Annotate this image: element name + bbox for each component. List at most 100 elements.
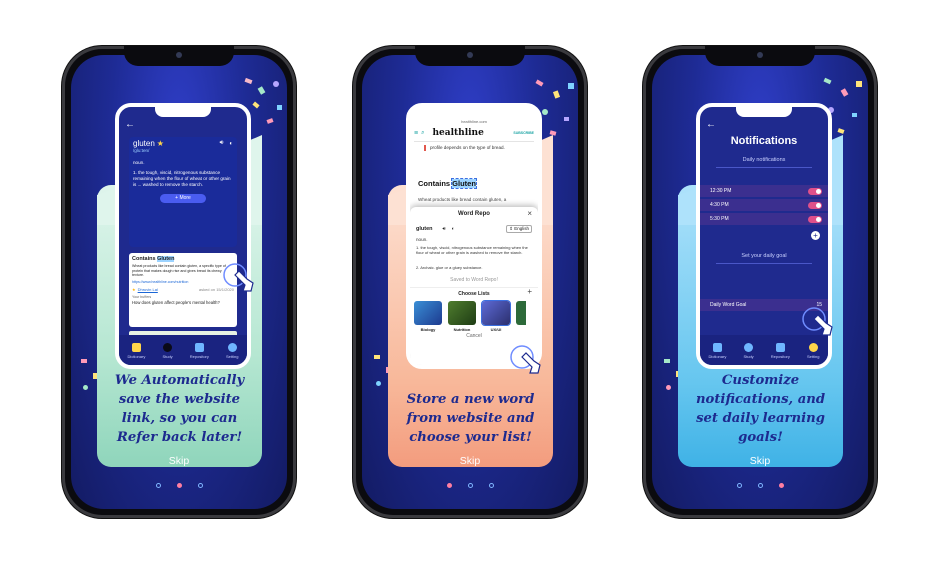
skip-button[interactable]: Skip bbox=[362, 455, 578, 467]
page-dot-3[interactable] bbox=[488, 483, 494, 488]
biology-thumbnail bbox=[414, 301, 442, 325]
onboarding-screen-2: Store a new word from website and choose… bbox=[362, 55, 578, 509]
menu-icon[interactable]: ≡ bbox=[414, 130, 418, 137]
page-dot-1[interactable] bbox=[446, 483, 452, 488]
part-of-speech: noun. bbox=[416, 237, 428, 242]
word-repo-dialog: Word Repo × gluten 🔊︎ ◐ ⇕ English noun. … bbox=[410, 207, 538, 365]
page-dots bbox=[652, 475, 868, 493]
notification-time-row[interactable]: 12:30 PM bbox=[700, 185, 828, 197]
word-title: gluten bbox=[416, 226, 433, 232]
star-icon: ★ bbox=[132, 286, 136, 292]
more-button[interactable]: + More bbox=[160, 194, 206, 203]
saved-link[interactable]: https://www.healthline.com/nutrition bbox=[132, 280, 234, 284]
star-icon[interactable]: ★ bbox=[157, 139, 164, 148]
page-dot-1[interactable] bbox=[155, 483, 161, 488]
page-title: Notifications bbox=[730, 135, 798, 147]
phone-mockup-notifications: Customize notifications, and set daily l… bbox=[643, 46, 877, 518]
add-list-icon[interactable]: + bbox=[527, 287, 532, 296]
dictionary-icon bbox=[712, 343, 722, 352]
turtle-icon[interactable]: ◐ bbox=[452, 226, 455, 232]
camera-icon bbox=[757, 52, 763, 58]
definition: 1. the tough, viscid, nitrogenous substa… bbox=[133, 170, 231, 187]
page-dot-2[interactable] bbox=[757, 483, 763, 488]
caption-text: Customize notifications, and set daily l… bbox=[695, 373, 826, 445]
page-dot-1[interactable] bbox=[736, 483, 742, 488]
url-bar[interactable]: healthline.com bbox=[410, 119, 538, 124]
tab-repository[interactable]: Repository bbox=[190, 343, 209, 359]
snippet-title: Contains Gluten bbox=[132, 256, 175, 262]
list-card-biology[interactable]: Biology bbox=[414, 301, 442, 332]
daily-notifications-label: Daily notifications bbox=[742, 157, 786, 163]
turtle-icon[interactable]: ◐ bbox=[229, 141, 233, 147]
onboarding-screen-3: Customize notifications, and set daily l… bbox=[652, 55, 868, 509]
speaker-icon[interactable]: 🔊︎ bbox=[443, 226, 446, 232]
site-logo: healthline bbox=[432, 128, 484, 138]
skip-button[interactable]: Skip bbox=[71, 455, 287, 467]
user-name[interactable]: Dhruvin Lal bbox=[138, 287, 158, 292]
tab-bar: Dictionary Study Repository Setting bbox=[119, 335, 247, 365]
back-arrow-icon[interactable]: ← bbox=[706, 119, 716, 130]
tab-setting[interactable]: Setting bbox=[226, 343, 238, 359]
onboarding-screen-1: We Automatically save the website link, … bbox=[71, 55, 287, 509]
cancel-button[interactable]: Cancel bbox=[410, 333, 538, 339]
page-dot-3[interactable] bbox=[778, 483, 784, 488]
tab-study[interactable]: Study bbox=[743, 343, 754, 359]
back-arrow-icon[interactable]: ← bbox=[125, 119, 135, 130]
caption-text: We Automatically save the website link, … bbox=[114, 373, 245, 445]
list-card-nutrition[interactable]: Nutrition bbox=[448, 301, 476, 332]
article-heading: Contains Gluten bbox=[418, 178, 477, 189]
camera-icon bbox=[176, 52, 182, 58]
repository-icon bbox=[775, 343, 785, 352]
page-dot-2[interactable] bbox=[467, 483, 473, 488]
phone-mockup-dictionary: We Automatically save the website link, … bbox=[62, 46, 296, 518]
tab-setting[interactable]: Setting bbox=[807, 343, 819, 359]
subscribe-link[interactable]: SUBSCRIBE bbox=[513, 131, 534, 135]
toggle-switch[interactable] bbox=[808, 187, 822, 195]
pronunciation: /glu:ten/ bbox=[133, 148, 150, 153]
tab-dictionary[interactable]: Dictionary bbox=[128, 343, 145, 359]
question-text: How does gluten affect people's mental h… bbox=[132, 299, 220, 305]
article-paragraph: Wheat products like bread contain gluten… bbox=[418, 197, 507, 202]
page-dots bbox=[362, 475, 578, 493]
study-icon bbox=[744, 343, 754, 352]
page-dot-3[interactable] bbox=[197, 483, 203, 488]
nutrition-thumbnail bbox=[448, 301, 476, 325]
speaker-icon[interactable]: 🔊︎ bbox=[220, 140, 224, 147]
skip-button[interactable]: Skip bbox=[652, 455, 868, 467]
repository-icon bbox=[194, 343, 204, 352]
gear-icon bbox=[227, 343, 237, 352]
tab-study[interactable]: Study bbox=[162, 343, 173, 359]
list-card-partial[interactable] bbox=[516, 301, 526, 325]
add-time-button[interactable]: + bbox=[811, 231, 820, 240]
dictionary-icon bbox=[131, 343, 141, 352]
part-of-speech: noun. bbox=[133, 160, 145, 165]
language-select[interactable]: ⇕ English bbox=[506, 225, 532, 233]
definition-2: 2. Archaic. glue or a gluey substance. bbox=[416, 265, 483, 270]
pointing-hand-icon bbox=[223, 263, 254, 292]
page-dots bbox=[71, 475, 287, 493]
gear-icon bbox=[808, 343, 818, 352]
tab-repository[interactable]: Repository bbox=[771, 343, 790, 359]
notification-time-row[interactable]: 4:30 PM bbox=[700, 199, 828, 211]
notification-time-row[interactable]: 5:30 PM bbox=[700, 213, 828, 225]
toggle-switch[interactable] bbox=[808, 215, 822, 223]
inner-phone-browser: healthline.com ≡ ⌕ healthline SUBSCRIBE … bbox=[406, 103, 542, 369]
toggle-switch[interactable] bbox=[808, 201, 822, 209]
list-card-uxui[interactable]: UX/UI bbox=[481, 300, 511, 332]
word-title: gluten bbox=[133, 139, 155, 148]
tab-dictionary[interactable]: Dictionary bbox=[709, 343, 726, 359]
uxui-thumbnail bbox=[481, 300, 511, 326]
search-icon[interactable]: ⌕ bbox=[421, 130, 424, 137]
article-intro: profile depends on the type of bread. bbox=[424, 145, 528, 151]
choose-lists-label: Choose Lists bbox=[458, 291, 490, 297]
inner-phone-dictionary: ← gluten ★ 🔊︎ ◐ /glu:ten/ noun. 1. the t… bbox=[115, 103, 251, 369]
pointing-hand-icon bbox=[510, 345, 541, 374]
close-icon[interactable]: × bbox=[527, 209, 532, 218]
pointing-hand-icon bbox=[802, 307, 833, 336]
dialog-title: Word Repo bbox=[458, 211, 490, 217]
tab-bar: Dictionary Study Repository Setting bbox=[700, 335, 828, 365]
study-icon bbox=[163, 343, 173, 352]
snippet-text: Wheat products like bread contain gluten… bbox=[132, 264, 226, 278]
camera-icon bbox=[467, 52, 473, 58]
page-dot-2[interactable] bbox=[176, 483, 182, 488]
